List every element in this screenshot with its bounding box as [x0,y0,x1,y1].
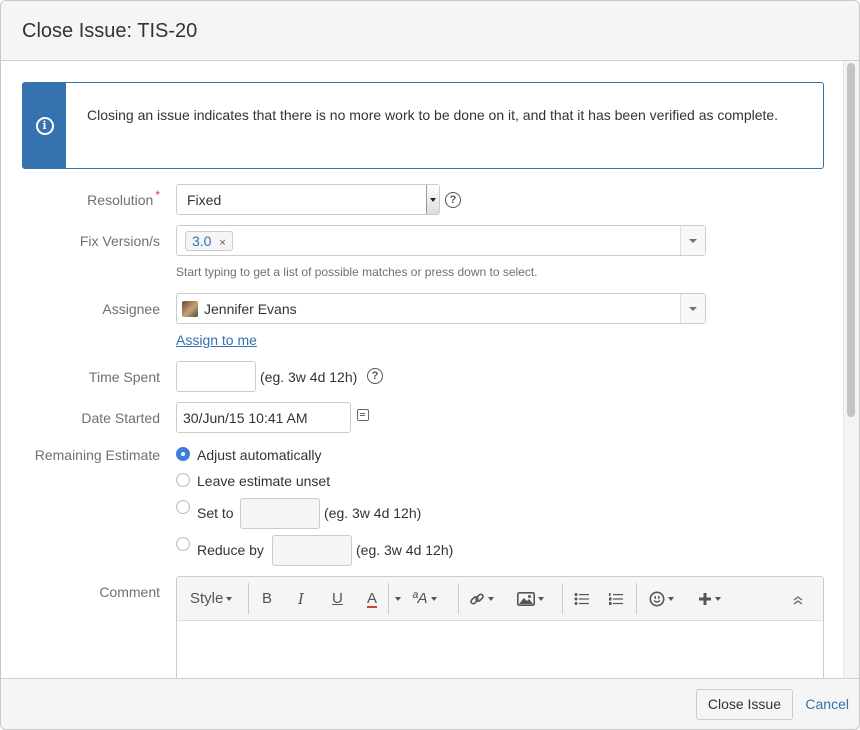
bold-button[interactable]: B [262,589,272,609]
reduce-by-input[interactable] [272,535,352,566]
bullet-list-icon [574,593,589,606]
fix-versions-hint: Start typing to get a list of possible m… [176,265,538,279]
scrollbar[interactable] [843,61,859,678]
chevron-down-icon [395,597,401,602]
editor-toolbar: Style B I U A ªA [177,577,823,621]
radio-set-to[interactable] [176,500,190,514]
dialog-header: Close Issue: TIS-20 [1,1,859,61]
set-to-hint: (eg. 3w 4d 12h) [324,505,422,521]
format-icon: ªA [412,590,428,607]
fix-versions-dropdown-button[interactable] [680,226,705,255]
set-to-input[interactable] [240,498,320,529]
radio-leave-estimate-unset[interactable] [176,473,190,487]
time-spent-input[interactable] [176,361,256,392]
chevron-down-icon [668,597,674,602]
chevron-down-icon [488,597,494,602]
dialog-footer: Close Issue Cancel [1,678,859,729]
version-tag: 3.0 × [185,231,233,251]
remaining-estimate-label: Remaining Estimate [34,447,160,463]
emoticon-dropdown[interactable] [649,589,674,609]
text-color-dropdown[interactable] [392,589,401,609]
close-issue-dialog: Close Issue: TIS-20 i Closing an issue i… [0,0,860,730]
assignee-picker[interactable]: Jennifer Evans [176,293,706,324]
date-started-label: Date Started [81,410,160,426]
time-spent-hint: (eg. 3w 4d 12h) [260,369,358,385]
chevron-down-icon [538,597,544,602]
numbered-list-button[interactable] [608,589,624,609]
radio-reduce-by[interactable] [176,537,190,551]
assignee-label: Assignee [102,301,160,317]
italic-button[interactable]: I [298,589,304,609]
cancel-link[interactable]: Cancel [805,696,849,712]
style-dropdown[interactable]: Style [190,589,233,609]
date-started-input[interactable]: 30/Jun/15 10:41 AM [176,402,351,433]
chevron-down-icon [715,597,721,602]
insert-more-dropdown[interactable] [698,589,721,609]
avatar [182,301,198,317]
calendar-icon[interactable] [357,409,369,421]
assign-to-me-link[interactable]: Assign to me [176,332,257,348]
radio-adjust-automatically[interactable] [176,447,190,461]
radio-label: Reduce by [197,542,264,558]
numbered-list-icon [609,593,623,606]
emoticon-icon [649,591,665,607]
scrollbar-thumb[interactable] [847,63,855,417]
comment-label: Comment [99,584,160,600]
text-color-button[interactable]: A [367,589,378,608]
dialog-title: Close Issue: TIS-20 [22,20,198,42]
chevron-down-icon [226,597,233,602]
plus-icon [699,593,711,606]
underline-button[interactable]: U [332,589,343,609]
text-format-dropdown[interactable]: ªA [412,589,437,609]
link-dropdown[interactable] [469,589,494,609]
close-issue-button[interactable]: Close Issue [695,689,793,720]
info-message-text: Closing an issue indicates that there is… [87,107,779,123]
question-circle-icon[interactable]: ? [367,368,383,384]
radio-label: Leave estimate unset [197,473,331,489]
bullet-list-button[interactable] [574,589,590,609]
image-icon [517,592,535,607]
fix-versions-label: Fix Version/s [79,233,160,249]
chevron-down-icon [689,238,697,243]
resolution-label: Resolution * [87,188,160,208]
reduce-by-hint: (eg. 3w 4d 12h) [356,542,454,558]
required-marker: * [155,188,160,202]
chevron-down-icon [426,185,439,214]
time-spent-label: Time Spent [88,369,160,385]
assignee-dropdown-button[interactable] [680,294,705,323]
remove-tag-icon[interactable]: × [219,237,225,249]
link-icon [470,593,484,605]
info-message: i Closing an issue indicates that there … [22,82,824,169]
question-circle-icon[interactable]: ? [445,192,461,208]
info-icon: i [35,116,54,135]
fix-versions-picker[interactable]: 3.0 × [176,225,706,256]
comment-editor[interactable]: Style B I U A ªA [176,576,824,678]
resolution-select[interactable]: Fixed [176,184,440,215]
image-dropdown[interactable] [517,589,544,609]
radio-label: Set to [197,505,234,521]
radio-label: Adjust automatically [197,447,322,463]
collapse-toolbar-button[interactable] [792,589,804,609]
chevron-down-icon [430,597,437,602]
double-chevron-up-icon [793,596,803,605]
chevron-down-icon [689,306,697,311]
dialog-content: i Closing an issue indicates that there … [1,61,859,678]
